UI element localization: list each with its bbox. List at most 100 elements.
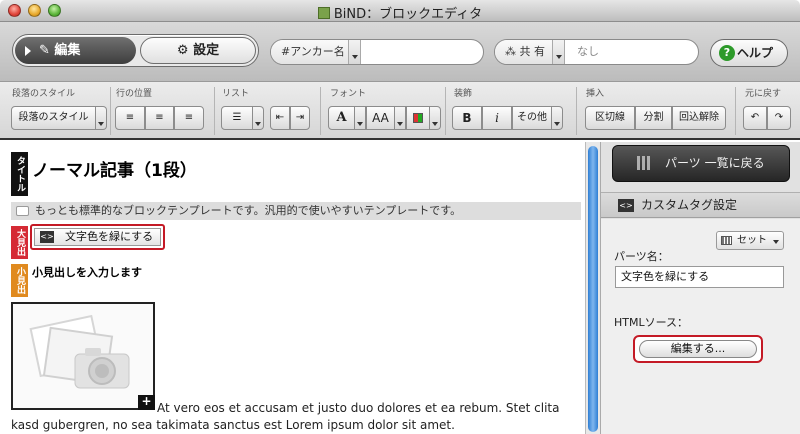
body-text-line-1[interactable]: At vero eos et accusam et justo duo dolo… <box>157 401 559 415</box>
article-heading[interactable]: ノーマル記事（1段） <box>32 156 197 181</box>
paragraph-style-button[interactable]: 段落のスタイル <box>11 106 96 130</box>
font-face-dropdown[interactable] <box>355 106 366 130</box>
group-label-decoration: 装飾 <box>454 89 473 99</box>
speech-bubble-icon <box>16 206 29 216</box>
font-color-button[interactable] <box>406 106 430 130</box>
window-title: BiND：ブロックエディタ <box>0 3 800 22</box>
align-right-button[interactable]: ≡ <box>174 106 204 130</box>
parts-name-input[interactable]: 文字色を緑にする <box>615 266 784 288</box>
group-label-insert: 挿入 <box>586 89 605 99</box>
split-button[interactable]: 分割 <box>635 106 672 130</box>
bold-button[interactable]: B <box>452 106 482 130</box>
edit-mode-button[interactable]: ✎ 編集 <box>15 37 136 64</box>
window-title-text: BiND：ブロックエディタ <box>333 7 483 22</box>
add-image-button[interactable]: + <box>138 395 155 410</box>
html-source-label: HTMLソース： <box>614 316 689 329</box>
edit-mode-label: 編集 <box>54 43 81 58</box>
indent-icon: ⇥ <box>295 112 305 123</box>
share-value: なし <box>577 45 599 58</box>
outdent-button[interactable]: ⇤ <box>270 106 290 130</box>
grid-icon <box>637 156 651 170</box>
gear-icon: ⚙ <box>176 43 194 58</box>
pencil-icon: ✎ <box>39 43 55 58</box>
align-center-icon: ≡ <box>155 112 164 123</box>
share-dropdown-arrow[interactable] <box>553 40 565 64</box>
play-arrow-icon <box>25 46 31 56</box>
align-center-button[interactable]: ≡ <box>145 106 174 130</box>
group-label-paragraph-style: 段落のスタイル <box>12 89 76 99</box>
settings-mode-label: 設定 <box>193 43 220 58</box>
group-label-font: フォント <box>330 89 367 99</box>
body-text-line-2[interactable]: kasd gubergren, no sea takimata sanctus … <box>11 418 455 432</box>
properties-panel: パーツ 一覧に戻る <> カスタムタグ設定 <box>600 142 800 434</box>
align-right-icon: ≡ <box>184 112 194 123</box>
big-heading-tag: 大見出 <box>11 226 28 259</box>
template-note-text: もっとも標準的なブロックテンプレートです。汎用的で使いやすいテンプレートです。 <box>35 204 462 217</box>
divider <box>214 87 215 135</box>
other-decoration-button[interactable]: その他 <box>512 106 552 130</box>
other-decoration-dropdown[interactable] <box>552 106 563 130</box>
parts-name-label: パーツ名： <box>614 250 669 263</box>
help-button[interactable]: ? ヘルプ <box>710 39 788 67</box>
anchor-name-label: #アンカー名 <box>271 40 349 64</box>
settings-mode-button[interactable]: ⚙ 設定 <box>140 37 256 64</box>
mode-switch: ✎ 編集 ⚙ 設定 <box>12 34 259 67</box>
format-toolbar: 段落のスタイル 段落のスタイル 行の位置 ≡ ≡ ≡ リスト ☰ ⇤ ⇥ フォン… <box>0 82 800 140</box>
insert-divider-button[interactable]: 区切線 <box>585 106 635 130</box>
small-heading-tag: 小見出 <box>11 264 28 297</box>
align-left-icon: ≡ <box>125 112 135 123</box>
indent-button[interactable]: ⇥ <box>290 106 310 130</box>
editor-scrollbar[interactable] <box>585 142 600 434</box>
list-button[interactable]: ☰ <box>221 106 253 130</box>
template-note: もっとも標準的なブロックテンプレートです。汎用的で使いやすいテンプレートです。 <box>11 202 581 220</box>
anchor-name-combo[interactable]: #アンカー名 <box>270 39 484 65</box>
list-dropdown[interactable] <box>253 106 264 130</box>
app-icon <box>317 7 330 19</box>
edit-html-button[interactable]: 編集する... <box>639 340 757 358</box>
divider <box>320 87 321 135</box>
redo-button[interactable]: ↷ <box>767 106 791 130</box>
custom-tag-settings-header: <> カスタムタグ設定 <box>601 192 800 218</box>
set-button-label: セット <box>737 235 767 246</box>
custom-tag-button[interactable]: <> 文字色を緑にする <box>34 228 161 246</box>
help-label: ヘルプ <box>737 46 774 60</box>
group-label-line-position: 行の位置 <box>116 89 153 99</box>
divider <box>445 87 446 135</box>
scrollbar-thumb[interactable] <box>588 146 598 432</box>
camera-photo-icon <box>29 314 130 389</box>
custom-tag-part[interactable]: <> 文字色を緑にする <box>30 224 165 250</box>
group-label-undo: 元に戻す <box>745 89 782 99</box>
group-label-list: リスト <box>222 89 250 99</box>
font-face-button[interactable]: A <box>328 106 355 130</box>
share-icon: ⁂ <box>505 45 520 58</box>
parts-list-label: パーツ 一覧に戻る <box>665 156 765 170</box>
divider <box>735 87 736 135</box>
window-titlebar: BiND：ブロックエディタ <box>0 0 800 22</box>
undo-button[interactable]: ↶ <box>743 106 767 130</box>
set-dropdown-button[interactable]: セット <box>716 231 784 250</box>
redo-icon: ↷ <box>774 112 784 123</box>
grid-icon <box>721 236 732 245</box>
italic-button[interactable]: i <box>482 106 512 130</box>
list-icon: ☰ <box>232 112 242 123</box>
font-size-button[interactable]: AA <box>366 106 395 130</box>
parts-list-button[interactable]: パーツ 一覧に戻る <box>612 145 790 182</box>
question-icon: ? <box>719 45 735 61</box>
chevron-down-icon <box>773 240 779 244</box>
font-color-dropdown[interactable] <box>430 106 441 130</box>
wrap-release-button[interactable]: 回込解除 <box>672 106 726 130</box>
paragraph-style-dropdown[interactable] <box>96 106 107 130</box>
code-brackets-icon: <> <box>40 231 54 243</box>
font-size-dropdown[interactable] <box>395 106 406 130</box>
divider <box>110 87 111 135</box>
share-combo[interactable]: ⁂ 共 有 なし <box>494 39 699 65</box>
anchor-dropdown-arrow[interactable] <box>349 40 361 64</box>
color-swatch-icon <box>413 113 423 123</box>
share-label: 共 有 <box>519 45 546 58</box>
align-left-button[interactable]: ≡ <box>115 106 145 130</box>
image-placeholder[interactable] <box>11 302 155 410</box>
main-toolbar: ✎ 編集 ⚙ 設定 #アンカー名 ⁂ 共 有 なし ? ヘルプ <box>0 22 800 82</box>
divider <box>576 87 577 135</box>
subheading-text[interactable]: 小見出しを入力します <box>32 264 142 280</box>
title-tag: タイトル <box>11 152 28 196</box>
